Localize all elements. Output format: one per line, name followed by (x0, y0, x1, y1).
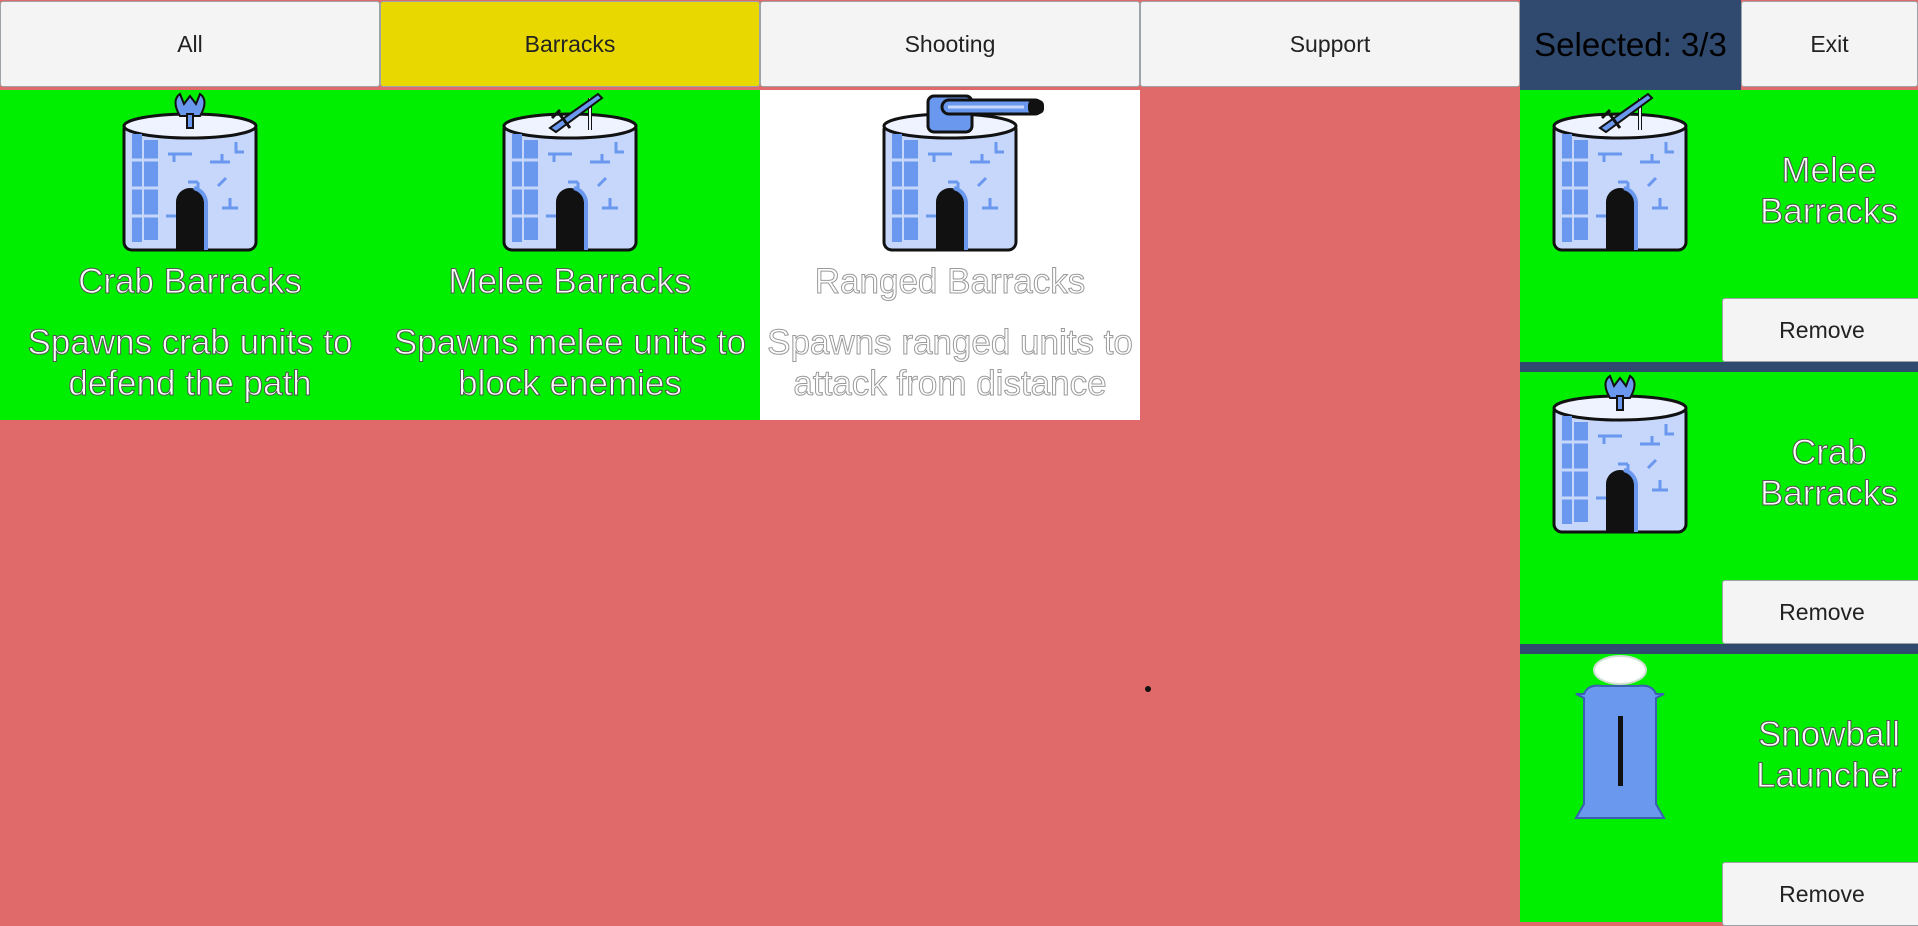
exit-button[interactable]: Exit (1741, 1, 1918, 87)
selected-slot: Melee Barracks Remove (1520, 90, 1918, 362)
tower-card-crab-barracks[interactable]: Crab Barracks Spawns crab units to defen… (0, 90, 380, 420)
selected-slot-name: Snowball Launcher (1756, 715, 1903, 796)
selected-slot: Snowball Launcher Remove (1520, 654, 1918, 926)
selected-towers-panel: Melee Barracks Remove Crab Barracks Remo… (1520, 90, 1918, 926)
ranged-barracks-icon (882, 94, 1046, 252)
selected-counter: Selected: 3/3 (1520, 0, 1741, 90)
tower-card-melee-barracks[interactable]: Melee Barracks Spawns melee units to blo… (380, 90, 760, 420)
tab-support[interactable]: Support (1140, 1, 1520, 87)
selected-slot-name: Melee Barracks (1759, 151, 1899, 232)
tower-card-description: Spawns ranged units to attack from dista… (767, 323, 1134, 404)
melee-barracks-icon (1552, 92, 1688, 252)
tab-shooting[interactable]: Shooting (760, 1, 1140, 87)
crab-barracks-icon (1552, 375, 1688, 534)
tower-card-description: Spawns melee units to block enemies (393, 323, 747, 404)
tower-card-name: Melee Barracks (448, 262, 692, 302)
selected-slot: Crab Barracks Remove (1520, 372, 1918, 644)
cursor-dot (1145, 686, 1151, 692)
category-tab-bar: All Barracks Shooting Support (0, 0, 1520, 90)
tower-card-description: Spawns crab units to defend the path (27, 323, 353, 404)
remove-button[interactable]: Remove (1722, 580, 1918, 644)
remove-button[interactable]: Remove (1722, 862, 1918, 926)
melee-barracks-icon (502, 92, 638, 252)
tab-all[interactable]: All (0, 1, 380, 87)
remove-button[interactable]: Remove (1722, 298, 1918, 362)
crab-barracks-icon (122, 93, 258, 252)
tower-card-ranged-barracks[interactable]: Ranged Barracks Spawns ranged units to a… (760, 90, 1140, 420)
tower-card-name: Ranged Barracks (814, 262, 1086, 302)
tower-card-name: Crab Barracks (78, 262, 303, 302)
selected-slot-name: Crab Barracks (1759, 433, 1899, 514)
snowball-launcher-icon (1574, 655, 1666, 819)
tab-barracks[interactable]: Barracks (380, 1, 760, 87)
